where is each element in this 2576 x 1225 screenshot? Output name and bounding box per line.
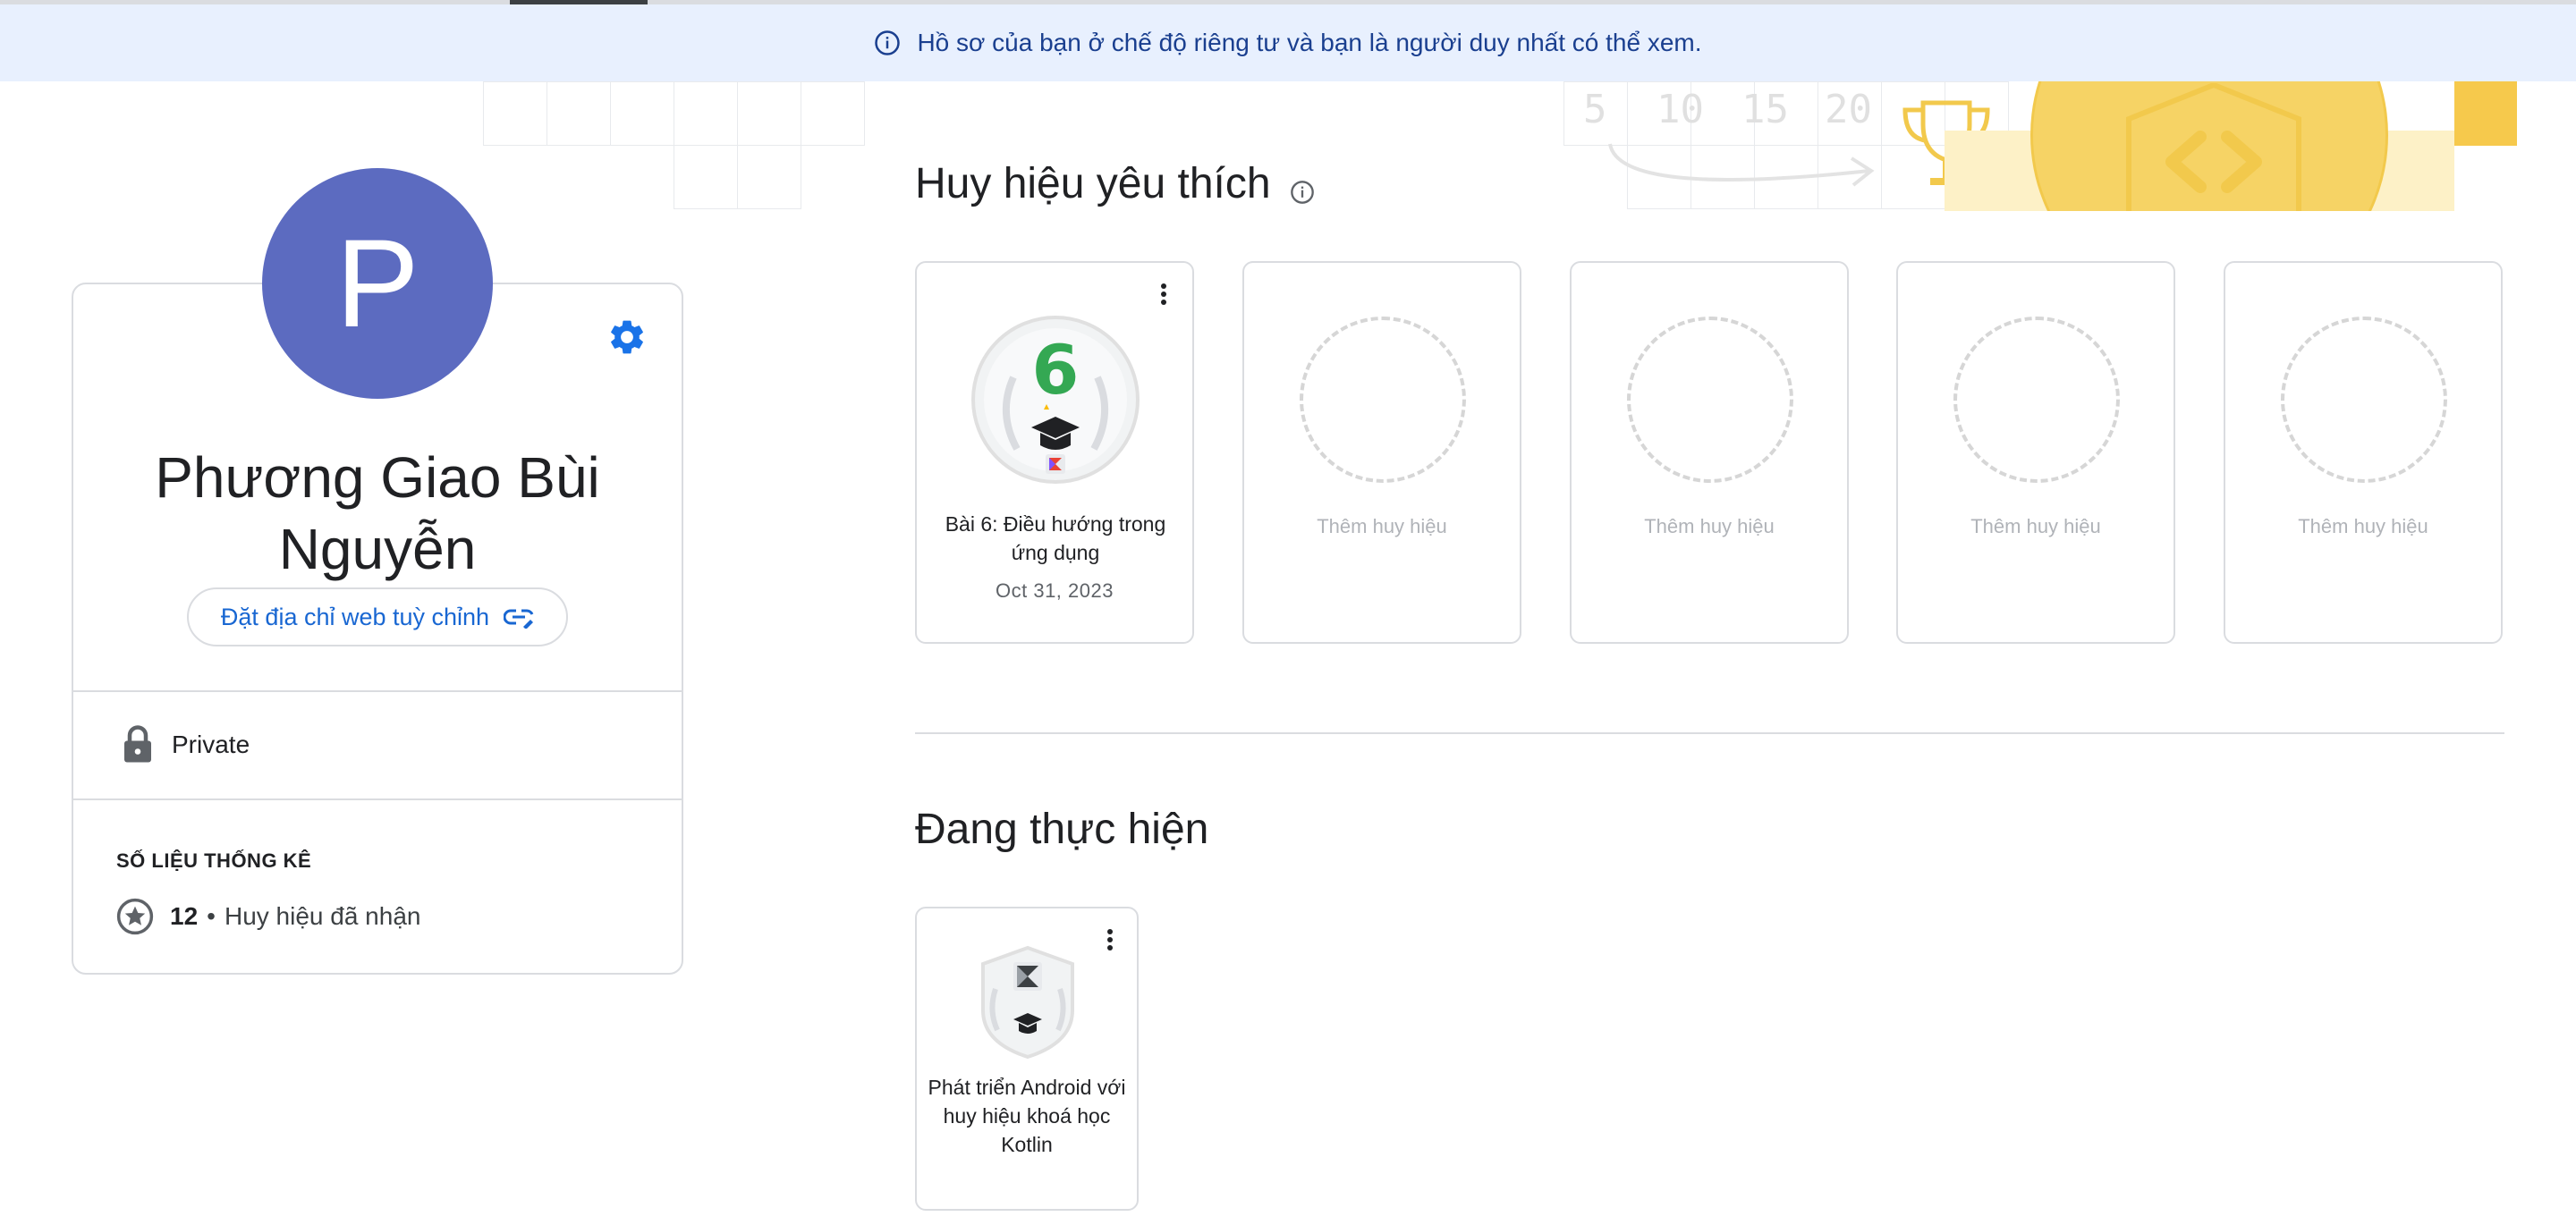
deco-grid-cell — [547, 81, 611, 146]
svg-text:6: 6 — [1032, 330, 1080, 410]
deco-number: 15 — [1741, 87, 1789, 132]
gear-icon[interactable] — [606, 317, 648, 358]
profile-name: Phương Giao Bùi Nguyễn — [72, 442, 683, 585]
deco-grid-cell — [737, 81, 801, 146]
stat-separator: • — [207, 902, 216, 930]
add-badge-slot[interactable]: Thêm huy hiệu — [2224, 261, 2503, 644]
deco-grid-cell — [674, 145, 738, 209]
add-badge-label: Thêm huy hiệu — [1644, 515, 1775, 537]
badge-title: Bài 6: Điều hướng trong ứng dụng — [945, 512, 1166, 564]
add-badge-slot[interactable]: Thêm huy hiệu — [1570, 261, 1849, 644]
more-vert-icon[interactable] — [1099, 925, 1121, 955]
banner-text: Hồ sơ của bạn ở chế độ riêng tư và bạn l… — [917, 29, 1702, 56]
profile-name-line: Nguyễn — [278, 517, 477, 581]
code-brackets-icon — [2126, 83, 2301, 211]
badges-earned-stat: 12 • Huy hiệu đã nhận — [116, 894, 420, 939]
add-badge-slot[interactable]: Thêm huy hiệu — [1896, 261, 2175, 644]
add-badge-slot[interactable]: Thêm huy hiệu — [1242, 261, 1521, 644]
deco-grid-cell — [610, 81, 674, 146]
lock-icon — [124, 725, 151, 763]
card-divider — [73, 690, 682, 692]
curved-arrow-icon — [1608, 143, 1875, 187]
profile-name-line: Phương Giao Bùi — [155, 445, 600, 510]
in-progress-card[interactable]: Phát triển Android với huy hiệu khoá học… — [915, 907, 1139, 1211]
deco-grid-cell — [801, 81, 865, 146]
custom-url-button[interactable]: Đặt địa chỉ web tuỳ chỉnh — [187, 587, 568, 646]
avatar: P — [262, 168, 493, 399]
kotlin-course-badge-icon — [981, 945, 1074, 1060]
privacy-label: Private — [172, 731, 250, 758]
custom-url-label: Đặt địa chỉ web tuỳ chỉnh — [220, 603, 490, 630]
card-divider — [73, 798, 682, 800]
privacy-banner: Hồ sơ của bạn ở chế độ riêng tư và bạn l… — [0, 4, 2576, 81]
badges-label: Huy hiệu đã nhận — [224, 902, 421, 930]
favorite-badge-card[interactable]: 6 Bài 6: Điều hướng trong ứng dụng Oct 3… — [915, 261, 1194, 644]
empty-badge-placeholder — [2281, 317, 2447, 483]
privacy-status: Private — [122, 722, 250, 767]
favorites-title: Huy hiệu yêu thích — [915, 160, 1271, 207]
deco-grid-cell — [737, 145, 801, 209]
empty-badge-placeholder — [1627, 317, 1793, 483]
info-icon[interactable] — [1290, 180, 1315, 205]
empty-badge-placeholder — [1300, 317, 1466, 483]
link-edit-icon — [504, 609, 534, 629]
deco-number: 20 — [1825, 87, 1872, 132]
add-badge-label: Thêm huy hiệu — [1970, 515, 2101, 537]
star-circle-icon — [116, 898, 154, 935]
deco-grid-cell — [674, 81, 738, 146]
badges-count: 12 — [170, 902, 199, 930]
empty-badge-placeholder — [1953, 317, 2120, 483]
add-badge-label: Thêm huy hiệu — [2298, 515, 2428, 537]
graduation-cap-badge-icon: 6 — [971, 316, 1140, 484]
add-badge-label: Thêm huy hiệu — [1317, 515, 1447, 537]
badge-date: Oct 31, 2023 — [996, 579, 1114, 602]
stats-title: SỐ LIỆU THỐNG KÊ — [116, 849, 312, 872]
in-progress-title: Đang thực hiện — [915, 806, 1209, 853]
deco-grid-cell — [483, 81, 547, 146]
deco-number: 10 — [1657, 87, 1704, 132]
info-icon — [875, 30, 901, 55]
section-divider — [915, 732, 2504, 734]
course-title: Phát triển Android với huy hiệu khoá học… — [928, 1076, 1126, 1156]
deco-yellow-square — [2454, 81, 2517, 146]
deco-number: 5 — [1583, 87, 1607, 132]
more-vert-icon[interactable] — [1153, 279, 1174, 309]
